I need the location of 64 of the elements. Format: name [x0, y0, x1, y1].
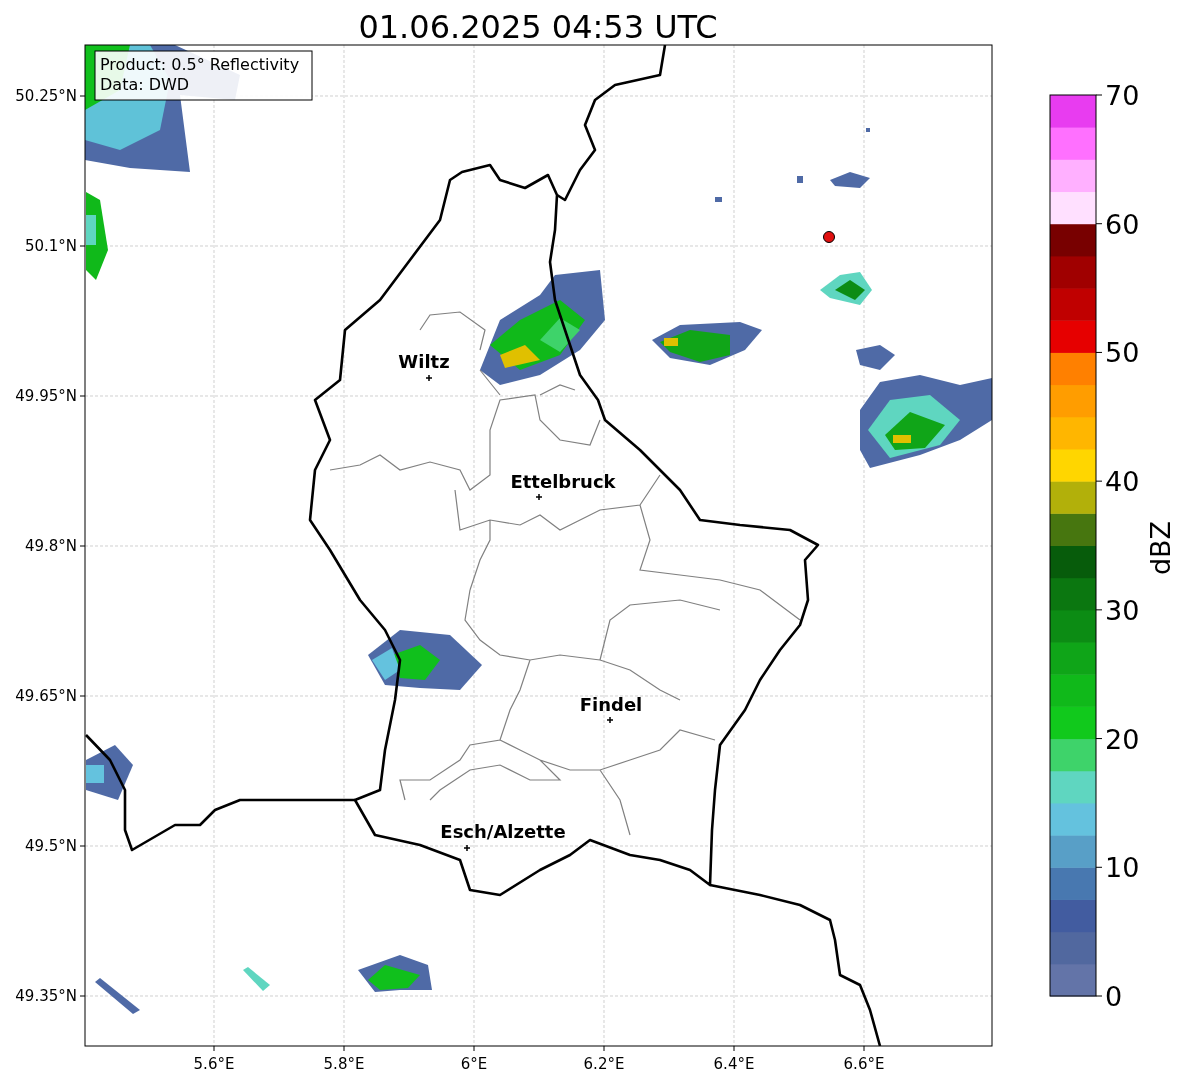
- colorbar-tick-label: 30: [1105, 594, 1140, 626]
- colorbar-tick-label: 70: [1105, 80, 1140, 111]
- city-marker-icon: [535, 493, 543, 501]
- radar-echo-drawing: [243, 967, 270, 991]
- city-label: Findel: [579, 694, 643, 715]
- colorbar-tick-label: 50: [1105, 337, 1140, 369]
- tick-mark: [1095, 738, 1103, 740]
- tick-mark: [1095, 866, 1103, 868]
- city-marker-icon: [463, 844, 471, 852]
- colorbar-tick-label: 20: [1105, 723, 1140, 755]
- axis-tick-label: 50.1°N: [24, 237, 77, 255]
- tick-mark: [603, 1045, 605, 1052]
- tick-mark: [79, 545, 86, 547]
- colorbar-label: dBZ: [1145, 520, 1176, 576]
- axis-tick-label: 6.4°E: [713, 1055, 755, 1073]
- tick-mark: [1095, 480, 1103, 482]
- colorbar-tick-label: 0: [1105, 981, 1123, 1012]
- radar-echo-drawing: [797, 176, 803, 183]
- axis-tick-label: 6.2°E: [583, 1055, 625, 1073]
- axis-tick-label: 50.25°N: [15, 87, 77, 105]
- tick-mark: [733, 1045, 735, 1052]
- tick-mark: [863, 1045, 865, 1052]
- axis-tick-label: 49.8°N: [24, 537, 77, 555]
- radar-echo-drawing: [856, 345, 895, 370]
- tick-mark: [79, 95, 86, 97]
- radar-echo-drawing: [830, 172, 870, 188]
- marker-dot: [823, 231, 835, 243]
- city-label: Esch/Alzette: [440, 821, 566, 842]
- tick-mark: [213, 1045, 215, 1052]
- tick-mark: [79, 245, 86, 247]
- radar-echo-drawing: [95, 978, 140, 1014]
- axis-tick-label: 49.65°N: [15, 687, 77, 705]
- info-text: Data: DWD: [100, 75, 190, 94]
- tick-mark: [79, 995, 86, 997]
- tick-mark: [79, 695, 86, 697]
- city-label: Ettelbruck: [510, 471, 616, 492]
- tick-mark: [79, 845, 86, 847]
- axis-tick-label: 6.6°E: [843, 1055, 885, 1073]
- tick-mark: [1095, 94, 1103, 96]
- tick-mark: [343, 1045, 345, 1052]
- axis-tick-label: 49.95°N: [15, 387, 77, 405]
- colorbar-tick-label: 60: [1105, 208, 1140, 240]
- axis-tick-label: 49.5°N: [24, 837, 77, 855]
- tick-mark: [79, 395, 86, 397]
- axis-tick-label: 5.6°E: [193, 1055, 235, 1073]
- radar-echo-drawing: [820, 272, 872, 305]
- radar-echo-drawing: [86, 745, 133, 800]
- city-label: Wiltz: [398, 351, 450, 372]
- axis-tick-label: 49.35°N: [15, 987, 77, 1005]
- info-text: Product: 0.5° Reflectivity: [100, 55, 300, 74]
- axis-tick-label: 6°E: [460, 1055, 488, 1073]
- tick-mark: [1095, 351, 1103, 353]
- tick-mark: [473, 1045, 475, 1052]
- chart-title: 01.06.2025 04:53 UTC: [358, 8, 718, 46]
- radar-echo-drawing: [715, 197, 722, 202]
- city-marker-icon: [425, 374, 433, 382]
- axis-tick-label: 5.8°E: [323, 1055, 365, 1073]
- radar-echo-drawing: [866, 128, 870, 132]
- tick-mark: [1095, 223, 1103, 225]
- colorbar-tick-label: 10: [1105, 852, 1140, 884]
- tick-mark: [1095, 609, 1103, 611]
- tick-mark: [1095, 995, 1103, 997]
- city-marker-icon: [606, 716, 614, 724]
- colorbar-tick-label: 40: [1105, 466, 1140, 498]
